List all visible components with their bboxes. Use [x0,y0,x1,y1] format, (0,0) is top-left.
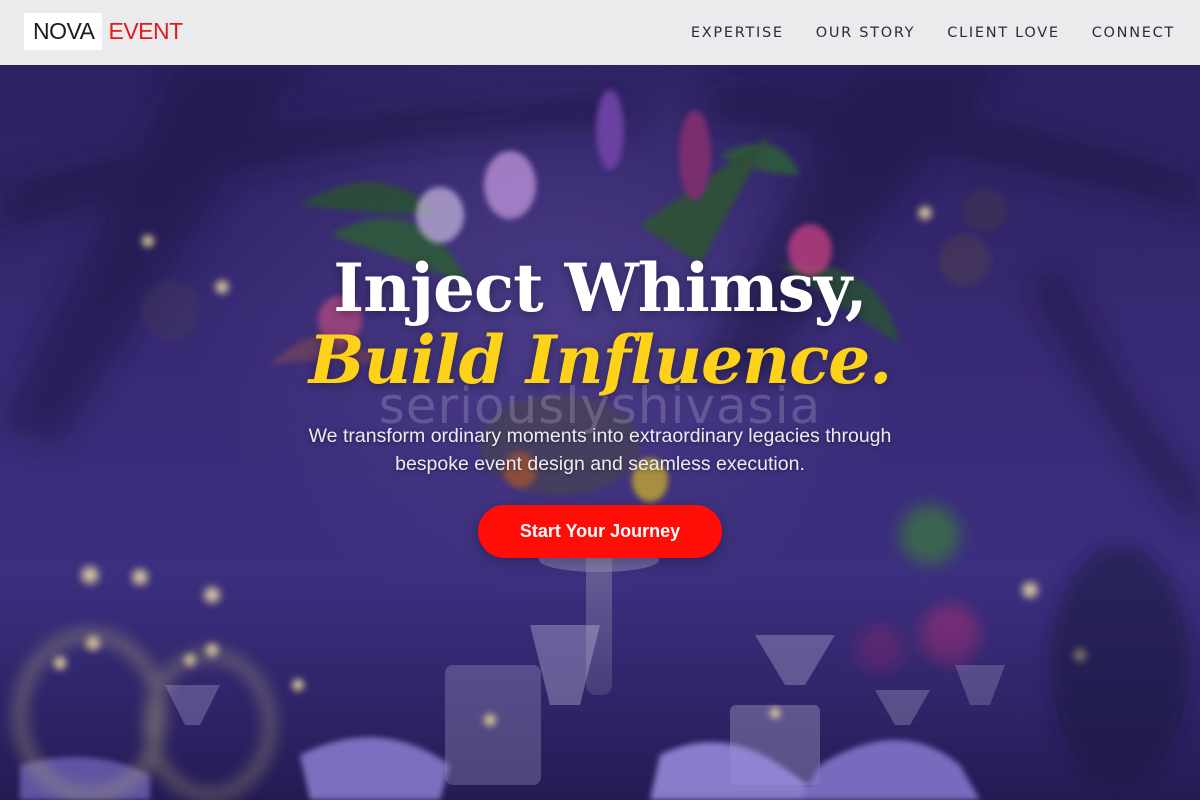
nav-link-expertise[interactable]: EXPERTISE [691,25,784,41]
logo-name-part2: EVENT [108,18,183,44]
top-navbar: NOVA EVENT EXPERTISE OUR STORY CLIENT LO… [0,0,1200,65]
hero-headline-line1: Inject Whimsy, [333,249,868,327]
landing-page: NOVA EVENT EXPERTISE OUR STORY CLIENT LO… [0,0,1200,800]
hero-headline-line2: Build Influence. [308,321,892,399]
hero-subtext: We transform ordinary moments into extra… [308,425,892,475]
nav-link-our-story[interactable]: OUR STORY [816,25,916,41]
logo-name-part1: NOVA [24,13,103,50]
nav-link-connect[interactable]: CONNECT [1092,25,1175,41]
nav-link-client-love[interactable]: CLIENT LOVE [947,25,1059,41]
hero-section: seriouslyshivasia Inject Whimsy, Build I… [0,65,1200,800]
start-journey-button[interactable]: Start Your Journey [478,505,722,558]
main-nav: EXPERTISE OUR STORY CLIENT LOVE CONNECT [691,0,1175,65]
brand-logo[interactable]: NOVA EVENT [24,13,183,50]
